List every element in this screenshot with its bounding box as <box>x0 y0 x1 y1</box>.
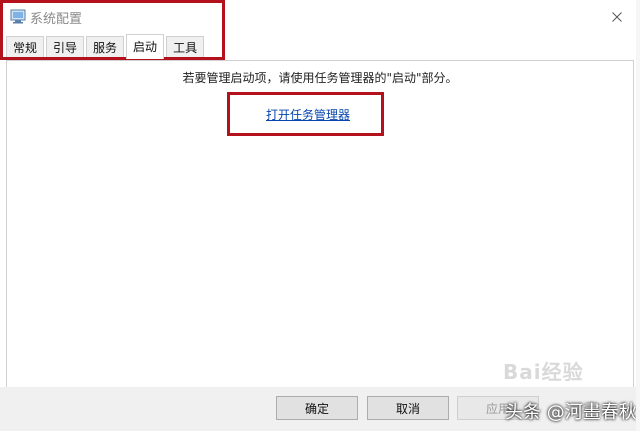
close-icon <box>612 12 622 22</box>
startup-panel: 若要管理启动项，请使用任务管理器的"启动"部分。 打开任务管理器 <box>6 60 634 388</box>
startup-notice: 若要管理启动项，请使用任务管理器的"启动"部分。 <box>182 71 458 85</box>
title-bar: 系统配置 <box>0 0 640 34</box>
system-config-icon <box>10 9 26 24</box>
tab-services[interactable]: 服务 <box>86 36 125 59</box>
cancel-button[interactable]: 取消 <box>367 396 449 420</box>
tab-boot[interactable]: 引导 <box>46 36 85 59</box>
tab-tools[interactable]: 工具 <box>166 36 205 59</box>
window-title: 系统配置 <box>30 12 83 27</box>
window-edge <box>636 0 640 431</box>
toutiao-watermark: 头条 @河畫春秋 <box>505 402 637 423</box>
baidu-watermark: Bai经验 <box>503 360 584 384</box>
close-button[interactable] <box>594 0 640 34</box>
open-task-manager-link[interactable]: 打开任务管理器 <box>266 106 350 123</box>
tab-strip: 常规 引导 服务 启动 工具 <box>6 34 206 60</box>
ok-button[interactable]: 确定 <box>276 396 358 420</box>
tab-general[interactable]: 常规 <box>6 36 45 59</box>
tab-startup[interactable]: 启动 <box>126 34 165 59</box>
system-config-window: 系统配置 常规 引导 服务 启动 工具 若要管理启动项，请使用任务管理器的"启动… <box>0 0 640 431</box>
